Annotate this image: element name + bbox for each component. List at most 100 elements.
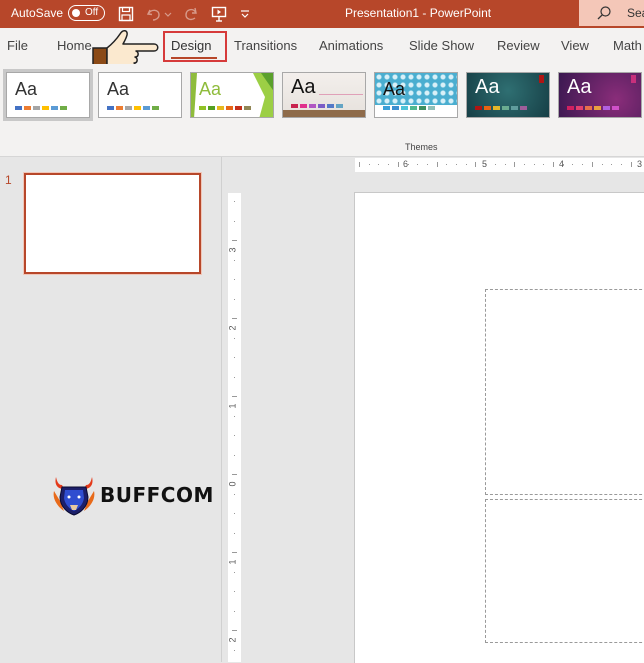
ruler-tick	[562, 164, 564, 165]
theme-color-swatches	[475, 106, 527, 110]
theme-color-swatches	[107, 106, 159, 110]
subtitle-placeholder[interactable]	[485, 499, 644, 643]
ruler-tick	[234, 454, 235, 456]
tab-animations[interactable]: Animations	[319, 38, 383, 53]
ruler-tick	[234, 298, 235, 300]
ruler-tick	[436, 162, 438, 167]
theme-ion-boardroom[interactable]: Aa	[558, 72, 642, 118]
ruler-tick	[630, 162, 632, 167]
theme-color-swatches	[15, 106, 67, 110]
theme-office[interactable]: Aa	[3, 69, 93, 121]
save-icon[interactable]	[117, 5, 135, 23]
search-icon	[596, 5, 612, 21]
ruler-tick	[234, 610, 235, 612]
theme-office-2[interactable]: Aa	[98, 72, 182, 118]
ruler-label: 2	[227, 325, 238, 331]
ruler-label: 1	[227, 559, 238, 565]
ruler-tick	[620, 164, 622, 165]
tab-transitions[interactable]: Transitions	[234, 38, 297, 53]
ruler-tick	[359, 162, 360, 167]
tab-view[interactable]: View	[561, 38, 589, 53]
ruler-tick	[640, 164, 642, 165]
bull-logo-icon	[53, 477, 95, 516]
ruler-tick	[234, 337, 235, 339]
ruler-tick	[234, 493, 235, 495]
theme-color-swatches	[383, 106, 435, 110]
tab-math[interactable]: Math	[613, 38, 642, 53]
autosave-state: Off	[85, 7, 99, 18]
ruler-tick	[378, 164, 380, 165]
theme-preview-text: Aa	[383, 79, 406, 99]
tab-file[interactable]: File	[7, 38, 28, 53]
ruler-tick	[234, 259, 235, 261]
ruler-tick	[572, 164, 574, 165]
ruler-tick	[523, 164, 525, 165]
theme-ion[interactable]: Aa	[466, 72, 550, 118]
ruler-tick	[388, 164, 390, 165]
slide-thumbnail[interactable]	[24, 173, 201, 274]
ruler-tick	[485, 164, 487, 165]
ruler-tick	[465, 164, 467, 165]
ruler-tick	[397, 162, 399, 167]
theme-ion-pattern[interactable]: Aa	[374, 72, 458, 118]
ruler-tick	[232, 396, 237, 397]
customize-toolbar-icon[interactable]	[239, 5, 251, 23]
ruler-tick	[446, 164, 448, 165]
ruler-label: 1	[227, 403, 238, 409]
slide-canvas[interactable]	[354, 192, 644, 663]
ruler-tick	[234, 415, 235, 417]
title-placeholder[interactable]	[485, 289, 644, 495]
ruler-tick	[533, 164, 535, 165]
ruler-tick	[232, 318, 237, 319]
window-title: Presentation1 - PowerPoint	[345, 6, 492, 20]
theme-preview-text: Aa	[475, 76, 500, 98]
toggle-knob	[72, 9, 80, 17]
ruler-tick	[504, 164, 506, 165]
tab-slide-show[interactable]: Slide Show	[409, 38, 474, 53]
theme-preview-text: Aa	[291, 76, 316, 98]
present-from-beginning-icon[interactable]	[210, 5, 228, 23]
themes-group-label: Themes	[405, 142, 438, 152]
vertical-ruler: 3 2 1 0 1 2	[228, 193, 241, 662]
ruler-tick	[232, 552, 237, 553]
tab-review[interactable]: Review	[497, 38, 540, 53]
design-tab-highlight-box	[163, 31, 227, 62]
theme-preview-text: Aa	[567, 76, 592, 98]
brand-text: BUFFCOM	[100, 483, 214, 507]
theme-preview-text: Aa	[15, 79, 38, 99]
theme-color-swatches	[567, 106, 619, 110]
ruler-tick	[232, 630, 237, 631]
buffcom-logo: BUFFCOM	[50, 473, 220, 517]
undo-dropdown-icon[interactable]	[163, 5, 173, 23]
ruler-tick	[582, 164, 584, 165]
search-box[interactable]: Sea	[579, 0, 644, 26]
undo-icon[interactable]	[145, 5, 163, 23]
ruler-tick	[234, 571, 235, 573]
autosave-toggle[interactable]: Off	[68, 5, 105, 21]
theme-facet[interactable]: Aa	[190, 72, 274, 118]
ruler-tick	[494, 164, 496, 165]
theme-wood-type[interactable]: Aa	[282, 72, 366, 118]
ruler-tick	[234, 513, 235, 514]
ruler-label: 2	[227, 637, 238, 643]
ruler-tick	[234, 357, 235, 358]
ruler-label: 3	[227, 247, 238, 253]
autosave-label: AutoSave	[11, 6, 64, 20]
ruler-tick	[234, 279, 235, 280]
ruler-tick	[407, 164, 409, 165]
ruler-tick	[514, 162, 516, 167]
ruler-tick	[234, 532, 235, 534]
ruler-tick	[591, 162, 593, 167]
ruler-tick	[475, 162, 477, 167]
ruler-label: 0	[227, 481, 238, 487]
tab-home[interactable]: Home	[57, 38, 92, 53]
theme-preview-text: Aa	[107, 79, 130, 99]
ruler-tick	[553, 162, 554, 167]
ruler-tick	[234, 376, 235, 378]
theme-color-swatches	[291, 104, 343, 108]
ruler-tick	[601, 164, 603, 165]
redo-icon[interactable]	[182, 5, 200, 23]
design-ribbon: Aa Aa Aa Aa Aa Aa Aa	[0, 64, 644, 157]
slide-number: 1	[5, 173, 12, 187]
ruler-tick	[232, 474, 237, 475]
